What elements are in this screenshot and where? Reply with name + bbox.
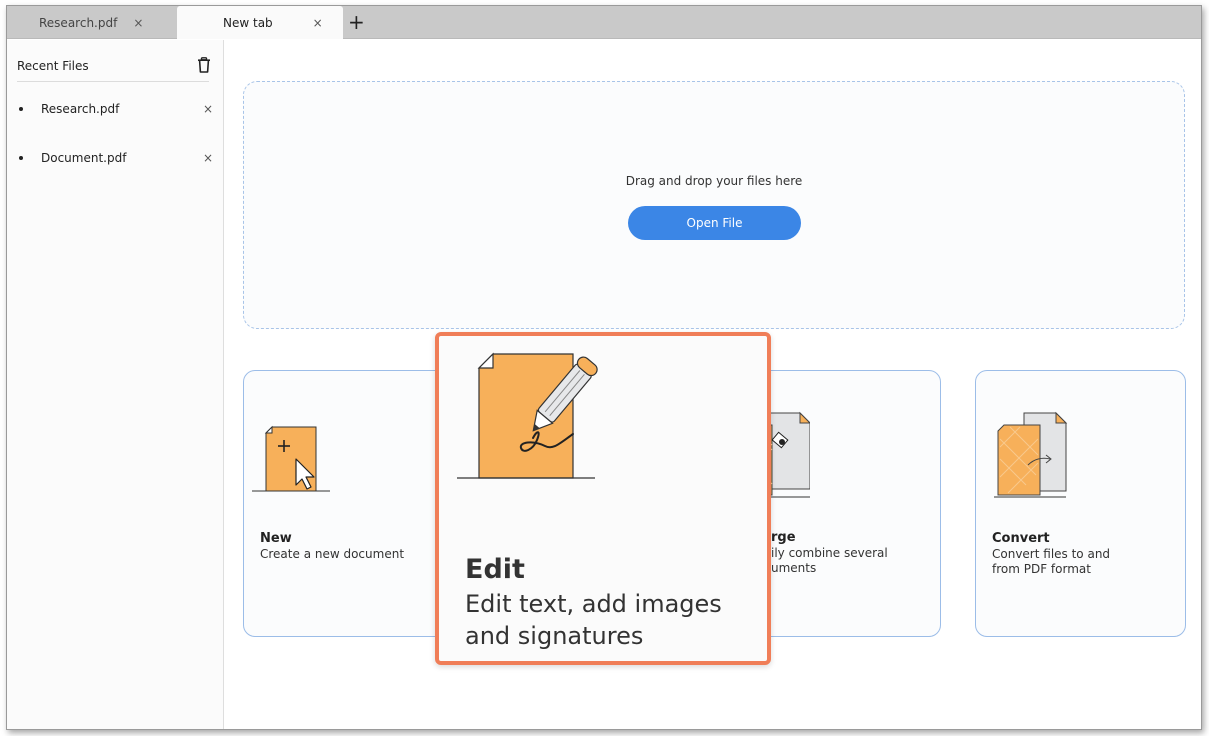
edit-card-description-line2: and signatures: [465, 622, 644, 650]
tab-label: Research.pdf: [39, 15, 118, 30]
recent-file-item[interactable]: Document.pdf ×: [17, 147, 213, 169]
card-description: Create a new document: [260, 547, 405, 561]
merge-card-title: rge: [771, 530, 796, 545]
merge-card-description-line1: ily combine several: [771, 546, 888, 560]
bullet: [19, 156, 23, 160]
sidebar-title: Recent Files: [17, 58, 89, 73]
card-description-line2: from PDF format: [992, 562, 1091, 576]
recent-file-item[interactable]: Research.pdf ×: [17, 98, 213, 120]
edit-card-description-line1: Edit text, add images: [465, 590, 722, 618]
remove-icon[interactable]: ×: [203, 151, 213, 165]
bullet: [19, 107, 23, 111]
drop-zone[interactable]: Drag and drop your files here Open File: [243, 81, 1185, 329]
edit-card-title: Edit: [465, 554, 525, 585]
recent-file-name: Document.pdf: [41, 151, 127, 165]
close-icon[interactable]: ×: [313, 16, 323, 30]
trash-icon[interactable]: [197, 57, 211, 73]
edit-card-highlighted[interactable]: Edit Edit text, add images and signature…: [435, 332, 771, 665]
merge-card-description-line2: uments: [771, 561, 817, 575]
sidebar-header: Recent Files: [17, 50, 211, 82]
close-icon[interactable]: ×: [133, 16, 143, 30]
new-tab-button[interactable]: +: [348, 11, 365, 33]
recent-files-sidebar: Recent Files Research.pdf × Document.pdf…: [7, 40, 224, 729]
open-file-button[interactable]: Open File: [628, 206, 801, 240]
recent-file-name: Research.pdf: [41, 102, 120, 116]
card-title: New: [260, 531, 292, 546]
new-document-card[interactable]: New Create a new document: [243, 370, 463, 637]
card-title: Convert: [992, 531, 1050, 546]
tab-bar: Research.pdf × New tab × +: [7, 6, 1201, 39]
tab-research[interactable]: Research.pdf ×: [7, 6, 177, 39]
edit-card-description: Edit text, add images and signatures: [465, 588, 765, 652]
drop-zone-text: Drag and drop your files here: [625, 174, 803, 188]
remove-icon[interactable]: ×: [203, 102, 213, 116]
convert-documents-icon: [994, 411, 1068, 498]
convert-card[interactable]: Convert Convert files to and from PDF fo…: [975, 370, 1186, 637]
card-description-line1: Convert files to and: [992, 547, 1111, 561]
app-window: Research.pdf × New tab × + Recent Files …: [6, 5, 1202, 730]
tab-new[interactable]: New tab ×: [177, 6, 343, 39]
new-document-icon: [252, 425, 330, 492]
edit-document-icon: [457, 352, 598, 479]
tab-label: New tab: [223, 15, 273, 30]
